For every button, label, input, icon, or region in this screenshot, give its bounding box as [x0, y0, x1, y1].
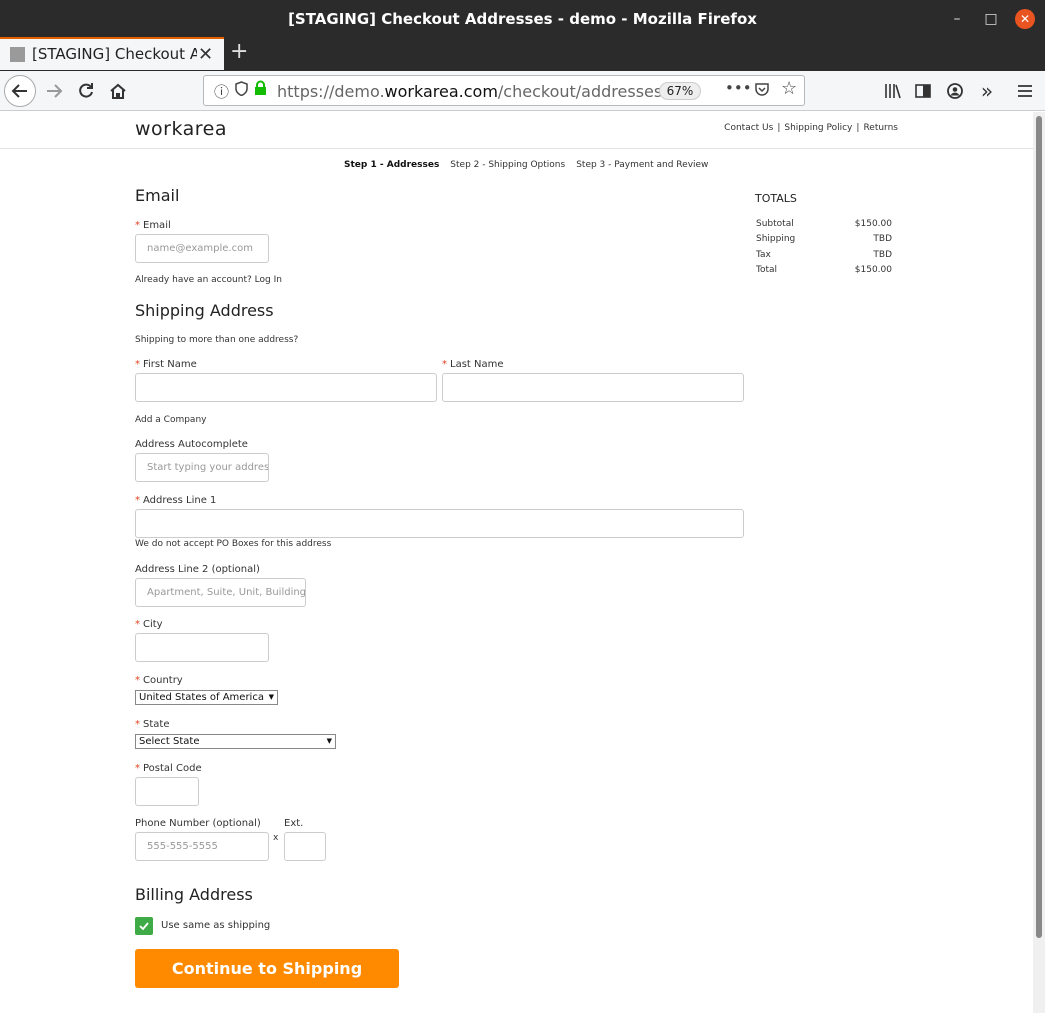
state-label: * State — [135, 719, 170, 730]
reload-button[interactable] — [72, 77, 100, 105]
account-icon — [947, 83, 963, 99]
tab-strip: [STAGING] Checkout Addresses ✕ + — [0, 37, 1045, 71]
scrollbar-thumb[interactable] — [1036, 116, 1042, 938]
page-actions-icon[interactable]: ••• — [725, 79, 752, 97]
tab-close-icon[interactable]: ✕ — [198, 44, 213, 65]
address-bar[interactable]: ⓘ https://demo.workarea.com/checkout/add… — [203, 75, 805, 106]
reload-icon — [79, 83, 93, 98]
city-input[interactable] — [135, 633, 269, 662]
bookmark-star-icon[interactable]: ☆ — [781, 78, 797, 99]
maximize-button[interactable]: □ — [981, 9, 1001, 29]
add-company-link[interactable]: Add a Company — [135, 415, 206, 425]
header-divider — [0, 148, 1033, 149]
back-button[interactable] — [4, 75, 36, 107]
email-input[interactable]: name@example.com — [135, 234, 269, 263]
step-addresses: Step 1 - Addresses — [344, 160, 440, 170]
site-logo[interactable]: workarea — [135, 118, 227, 140]
same-as-shipping-checkbox[interactable] — [135, 917, 153, 935]
postal-code-label: * Postal Code — [135, 763, 202, 774]
shipping-heading: Shipping Address — [135, 301, 274, 320]
zoom-indicator[interactable]: 67% — [659, 82, 701, 100]
ext-input[interactable] — [284, 832, 326, 861]
window-titlebar: [STAGING] Checkout Addresses - demo - Mo… — [0, 0, 1045, 37]
phone-input[interactable]: 555-555-5555 — [135, 832, 269, 861]
country-select[interactable]: United States of America ▼ — [135, 690, 278, 705]
po-box-note: We do not accept PO Boxes for this addre… — [135, 539, 332, 549]
last-name-input[interactable] — [442, 373, 744, 402]
url-text[interactable]: https://demo.workarea.com/checkout/addre… — [277, 82, 662, 101]
multi-address-link[interactable]: Shipping to more than one address? — [135, 335, 298, 345]
tab-label: [STAGING] Checkout Addresses — [32, 45, 197, 63]
home-button[interactable] — [104, 77, 132, 105]
contact-us-link[interactable]: Contact Us — [724, 123, 773, 133]
totals-row-subtotal: Subtotal $150.00 — [756, 219, 892, 229]
step-payment-review: Step 3 - Payment and Review — [576, 160, 709, 170]
totals-row-shipping: Shipping TBD — [756, 234, 892, 244]
checkout-steps: Step 1 - Addresses Step 2 - Shipping Opti… — [344, 160, 719, 170]
totals-row-total: Total $150.00 — [756, 265, 892, 275]
address-line2-label: Address Line 2 (optional) — [135, 564, 260, 575]
checkmark-icon — [139, 922, 149, 931]
state-select[interactable]: Select State ▼ — [135, 734, 336, 749]
library-icon — [885, 84, 901, 99]
new-tab-button[interactable]: + — [230, 39, 248, 64]
email-label: * Email — [135, 220, 171, 231]
sidebar-icon — [915, 84, 931, 98]
ext-label: Ext. — [284, 818, 304, 829]
city-label: * City — [135, 619, 163, 630]
page-scrollbar[interactable] — [1033, 112, 1045, 1013]
shipping-policy-link[interactable]: Shipping Policy — [784, 123, 852, 133]
dropdown-caret-icon: ▼ — [268, 693, 274, 701]
login-link[interactable]: Already have an account? Log In — [135, 275, 282, 285]
hamburger-menu-icon — [1018, 85, 1032, 97]
home-icon — [110, 83, 126, 99]
email-heading: Email — [135, 186, 180, 205]
autocomplete-label: Address Autocomplete — [135, 439, 248, 450]
back-arrow-icon — [11, 84, 27, 98]
continue-to-shipping-button[interactable]: Continue to Shipping Options — [135, 949, 399, 1017]
first-name-input[interactable] — [135, 373, 437, 402]
forward-arrow-icon — [47, 84, 63, 98]
totals-heading: TOTALS — [755, 192, 797, 205]
postal-code-input[interactable] — [135, 777, 199, 806]
tracking-shield-icon[interactable] — [235, 81, 248, 100]
country-label: * Country — [135, 675, 183, 686]
ext-separator: x — [273, 833, 279, 843]
overflow-chevron-icon[interactable]: » — [973, 77, 1001, 105]
window-title: [STAGING] Checkout Addresses - demo - Mo… — [288, 10, 757, 28]
phone-label: Phone Number (optional) — [135, 818, 261, 829]
step-shipping-options: Step 2 - Shipping Options — [450, 160, 566, 170]
sidebar-button[interactable] — [909, 77, 937, 105]
first-name-label: * First Name — [135, 359, 197, 370]
library-button[interactable] — [878, 77, 906, 105]
lock-icon[interactable] — [254, 80, 267, 100]
forward-button[interactable] — [40, 77, 68, 105]
address-line2-input[interactable]: Apartment, Suite, Unit, Building — [135, 578, 306, 607]
dropdown-caret-icon: ▼ — [326, 737, 332, 745]
header-links: Contact Us | Shipping Policy | Returns — [724, 123, 898, 133]
menu-button[interactable] — [1011, 77, 1039, 105]
totals-row-tax: Tax TBD — [756, 250, 892, 260]
info-icon[interactable]: ⓘ — [214, 81, 229, 102]
returns-link[interactable]: Returns — [863, 123, 898, 133]
address-autocomplete-input[interactable]: Start typing your address — [135, 453, 269, 482]
billing-heading: Billing Address — [135, 885, 253, 904]
last-name-label: * Last Name — [442, 359, 504, 370]
close-window-button[interactable]: ✕ — [1015, 9, 1035, 29]
address-line1-input[interactable] — [135, 509, 744, 538]
navigation-toolbar: ⓘ https://demo.workarea.com/checkout/add… — [0, 71, 1045, 111]
same-as-shipping-label[interactable]: Use same as shipping — [161, 920, 270, 931]
pocket-icon[interactable] — [754, 81, 770, 101]
minimize-button[interactable]: – — [947, 9, 967, 29]
page-content: workarea Contact Us | Shipping Policy | Retu… — [0, 112, 1033, 1017]
address-line1-label: * Address Line 1 — [135, 495, 217, 506]
account-button[interactable] — [941, 77, 969, 105]
page-favicon-icon — [10, 47, 25, 62]
tab-checkout-addresses[interactable]: [STAGING] Checkout Addresses ✕ — [0, 37, 224, 70]
